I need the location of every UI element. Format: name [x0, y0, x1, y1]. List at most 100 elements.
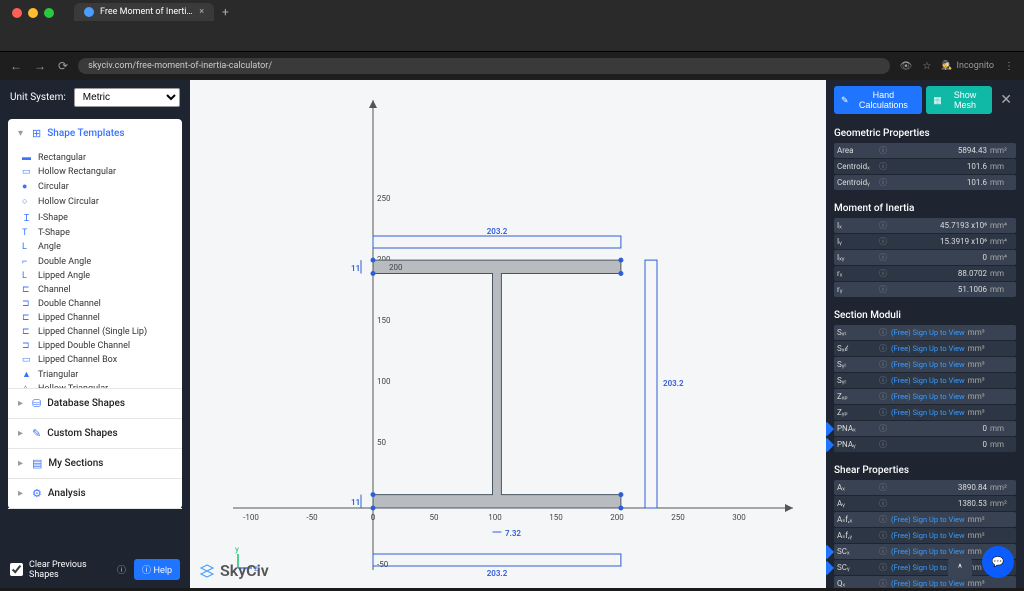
info-icon[interactable]: ⓘ [879, 327, 887, 338]
url-field[interactable]: skyciv.com/free-moment-of-inertia-calcul… [78, 58, 890, 74]
shape-item[interactable]: ＩI-Shape [16, 209, 174, 226]
prop-row: Iₓⓘ45.7193 x10⁶mm⁴ [834, 218, 1016, 233]
shape-item[interactable]: ⌐Double Angle [16, 254, 174, 269]
info-icon[interactable]: ⓘ [879, 439, 887, 450]
shape-item[interactable]: ⊐Double Channel [16, 297, 174, 311]
shape-item[interactable]: ▭Hollow Rectangular [16, 165, 174, 179]
info-icon[interactable]: ⓘ [879, 407, 887, 418]
shape-item[interactable]: ▬Rectangular [16, 150, 174, 165]
info-icon[interactable]: ⓘ [879, 546, 887, 557]
info-icon[interactable]: ⓘ [879, 343, 887, 354]
resize-handle[interactable] [618, 271, 623, 276]
info-icon[interactable]: ⓘ [117, 563, 126, 576]
shape-item[interactable]: △Hollow Triangular [16, 382, 174, 388]
info-icon[interactable]: ⓘ [879, 578, 887, 588]
signup-link[interactable]: (Free) Sign Up to View [891, 579, 965, 588]
signup-link[interactable]: (Free) Sign Up to View [891, 376, 965, 385]
back-icon[interactable]: ← [10, 59, 22, 73]
info-icon[interactable]: ⓘ [879, 252, 887, 263]
signup-link[interactable]: (Free) Sign Up to View [891, 531, 965, 540]
info-icon[interactable]: ⓘ [879, 375, 887, 386]
shape-item[interactable]: ⊏Lipped Channel [16, 311, 174, 325]
resize-handle[interactable] [371, 492, 376, 497]
clear-prev-input[interactable] [10, 563, 23, 576]
show-mesh-button[interactable]: ▦ Show Mesh [926, 86, 992, 114]
shape-item[interactable]: LLipped Angle [16, 269, 174, 283]
reload-icon[interactable]: ⟳ [58, 59, 68, 73]
unit-system-select[interactable]: Metric [74, 88, 180, 107]
shape-item[interactable]: ⊏Channel [16, 283, 174, 297]
chevron-right-icon: ▸ [18, 488, 26, 499]
resize-handle[interactable] [371, 506, 376, 511]
signup-link[interactable]: (Free) Sign Up to View [891, 360, 965, 369]
info-icon[interactable]: ⓘ [879, 391, 887, 402]
info-icon[interactable]: ⓘ [879, 498, 887, 509]
info-icon[interactable]: ⓘ [879, 177, 887, 188]
shape-list: ▬Rectangular▭Hollow Rectangular●Circular… [8, 148, 182, 388]
prop-row: Aₛf,ₓⓘ(Free) Sign Up to Viewmm² [834, 512, 1016, 527]
shape-templates-header[interactable]: ▾ ⊞ Shape Templates [8, 119, 182, 148]
info-icon[interactable]: ⓘ [879, 530, 887, 541]
shape-item[interactable]: ⊏Lipped Channel (Single Lip) [16, 325, 174, 339]
shape-item[interactable]: ▲Triangular [16, 367, 174, 382]
custom-shapes-header[interactable]: ▸ ✎ Custom Shapes [8, 419, 182, 448]
resize-handle[interactable] [618, 258, 623, 263]
close-panel-icon[interactable]: ✕ [996, 92, 1016, 108]
hand-calculations-button[interactable]: ✎ Hand Calculations [834, 86, 922, 114]
signup-link[interactable]: (Free) Sign Up to View [891, 344, 965, 353]
shape-item[interactable]: ⊐Lipped Double Channel [16, 339, 174, 353]
signup-link[interactable]: (Free) Sign Up to View [891, 547, 965, 556]
shape-item[interactable]: LAngle [16, 240, 174, 254]
database-shapes-header[interactable]: ▸ ⛁ Database Shapes [8, 389, 182, 418]
i-beam-section[interactable] [373, 260, 621, 508]
signup-link[interactable]: (Free) Sign Up to View [891, 392, 965, 401]
canvas-area[interactable]: -100-50050100150200250300 -100-505010015… [190, 80, 826, 588]
info-icon[interactable]: ⓘ [879, 514, 887, 525]
help-button[interactable]: ⓘ Help [134, 559, 180, 580]
info-icon[interactable]: ⓘ [879, 562, 887, 573]
shape-item[interactable]: TT-Shape [16, 226, 174, 240]
eye-off-icon[interactable]: 👁 [900, 61, 913, 72]
custom-icon: ✎ [32, 427, 41, 440]
info-icon[interactable]: ⓘ [879, 236, 887, 247]
tab-close-icon[interactable]: × [199, 7, 204, 17]
resize-handle[interactable] [618, 506, 623, 511]
signup-link[interactable]: (Free) Sign Up to View [891, 328, 965, 337]
clear-previous-checkbox[interactable]: Clear Previous Shapes ⓘ [10, 560, 126, 580]
shape-item[interactable]: ▭Lipped Channel Box [16, 353, 174, 367]
my-sections-header[interactable]: ▸ ▤ My Sections [8, 449, 182, 478]
forward-icon[interactable]: → [34, 59, 46, 73]
window-max-icon[interactable] [44, 8, 54, 18]
prop-label: Sₓ𝒷 [837, 344, 879, 354]
shape-item[interactable]: ○Hollow Circular [16, 194, 174, 209]
chat-support-button[interactable]: 💬 [982, 546, 1014, 578]
window-close-icon[interactable] [12, 8, 22, 18]
signup-link[interactable]: (Free) Sign Up to View [891, 408, 965, 417]
shape-label: Angle [38, 242, 61, 252]
info-icon[interactable]: ⓘ [879, 482, 887, 493]
info-icon[interactable]: ⓘ [879, 161, 887, 172]
info-icon[interactable]: ⓘ [879, 145, 887, 156]
shear-title: Shear Properties [834, 461, 1016, 480]
info-icon[interactable]: ⓘ [879, 268, 887, 279]
resize-handle[interactable] [618, 492, 623, 497]
signup-link[interactable]: (Free) Sign Up to View [891, 515, 965, 524]
shape-glyph-icon: ▭ [22, 167, 32, 177]
menu-icon[interactable]: ⋮ [1004, 61, 1014, 72]
resize-handle[interactable] [371, 258, 376, 263]
info-icon[interactable]: ⓘ [879, 423, 887, 434]
sidebar-bottom-bar: Clear Previous Shapes ⓘ ⓘ Help [0, 551, 190, 588]
info-icon[interactable]: ⓘ [879, 359, 887, 370]
new-tab-button[interactable]: + [214, 5, 237, 19]
info-icon[interactable]: ⓘ [879, 284, 887, 295]
analysis-header[interactable]: ▸ ⚙ Analysis [8, 479, 182, 508]
resize-handle[interactable] [371, 271, 376, 276]
window-min-icon[interactable] [28, 8, 38, 18]
svg-text:200: 200 [610, 513, 624, 522]
star-icon[interactable]: ☆ [922, 61, 931, 72]
svg-text:100: 100 [377, 377, 391, 386]
info-icon[interactable]: ⓘ [879, 220, 887, 231]
shape-item[interactable]: ●Circular [16, 179, 174, 194]
scroll-top-button[interactable]: ^ [948, 558, 972, 578]
browser-tab[interactable]: Free Moment of Inertia & Cen… × [74, 3, 214, 21]
